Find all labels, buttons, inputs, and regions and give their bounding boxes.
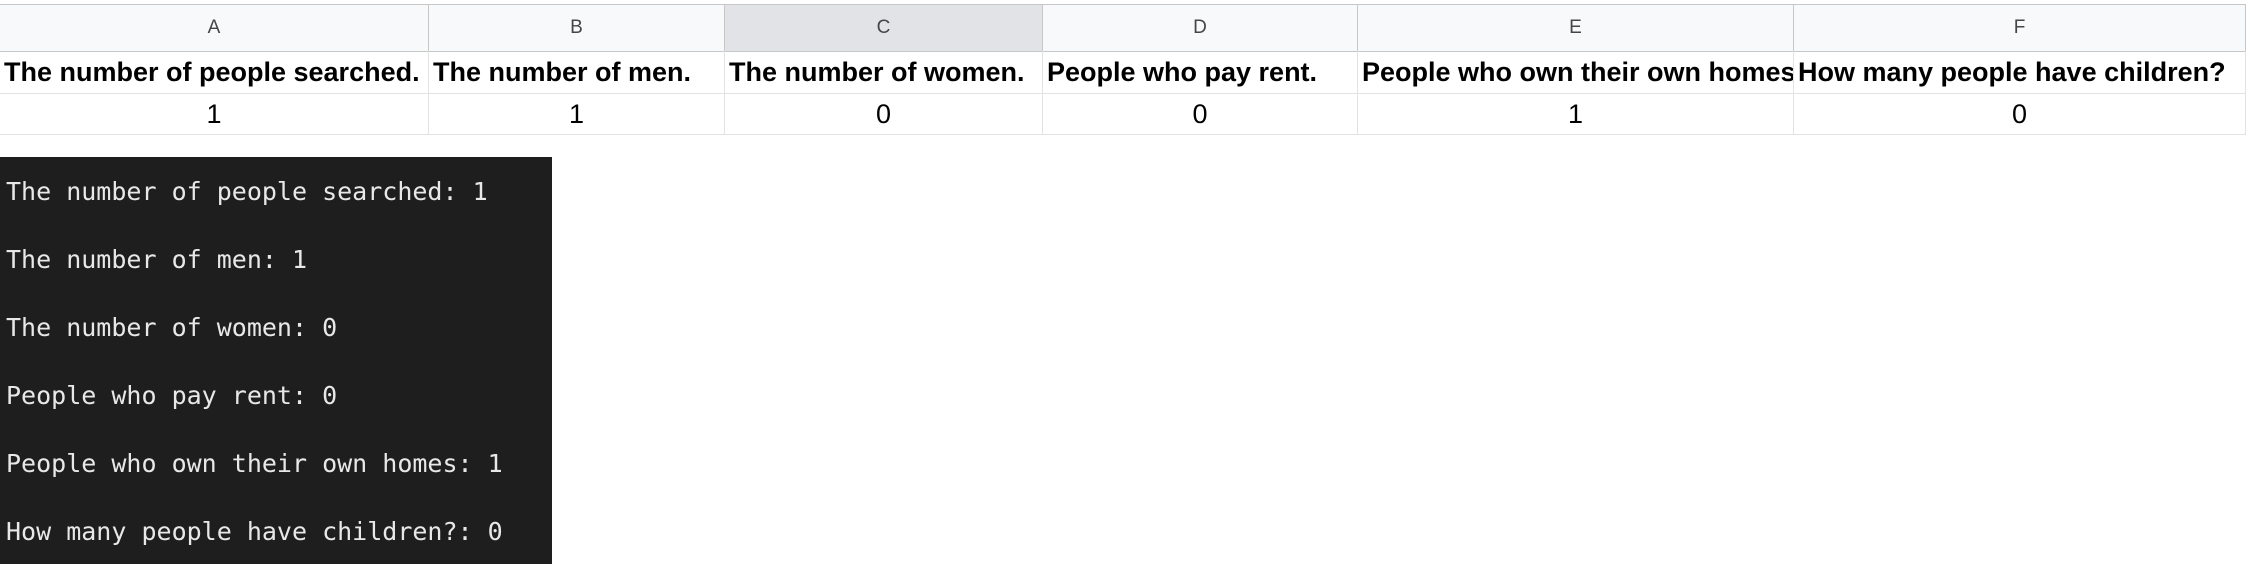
cell-c2[interactable]: 0 — [725, 94, 1043, 134]
table-row-values: 1 1 0 0 1 0 — [0, 94, 2246, 135]
cell-b2[interactable]: 1 — [429, 94, 725, 134]
cell-b1[interactable]: The number of men. — [429, 51, 725, 93]
cell-a1[interactable]: The number of people searched. — [0, 51, 429, 93]
terminal-line: People who pay rent: 0 — [6, 381, 338, 410]
table-row-headers: The number of people searched. The numbe… — [0, 51, 2246, 94]
column-header-f[interactable]: F — [1794, 5, 2246, 51]
cell-e1[interactable]: People who own their own homes — [1358, 51, 1794, 93]
cell-f2[interactable]: 0 — [1794, 94, 2246, 134]
terminal-line: The number of people searched: 1 — [6, 177, 488, 206]
terminal-line: The number of women: 0 — [6, 313, 338, 342]
cell-d2[interactable]: 0 — [1043, 94, 1358, 134]
cell-a2[interactable]: 1 — [0, 94, 429, 134]
column-header-c[interactable]: C — [725, 5, 1043, 51]
cell-d1[interactable]: People who pay rent. — [1043, 51, 1358, 93]
cell-f1[interactable]: How many people have children? — [1794, 51, 2246, 93]
column-header-b[interactable]: B — [429, 5, 725, 51]
terminal-line: How many people have children?: 0 — [6, 517, 503, 546]
cell-e2[interactable]: 1 — [1358, 94, 1794, 134]
terminal-line: People who own their own homes: 1 — [6, 449, 503, 478]
column-header-d[interactable]: D — [1043, 5, 1358, 51]
terminal-output: The number of people searched: 1 The num… — [0, 157, 552, 564]
spreadsheet-grid: A B C D E F The number of people searche… — [0, 0, 2251, 135]
cell-c1[interactable]: The number of women. — [725, 51, 1043, 93]
column-header-e[interactable]: E — [1358, 5, 1794, 51]
column-header-a[interactable]: A — [0, 5, 429, 51]
terminal-line: The number of men: 1 — [6, 245, 308, 274]
column-header-row: A B C D E F — [0, 4, 2246, 52]
